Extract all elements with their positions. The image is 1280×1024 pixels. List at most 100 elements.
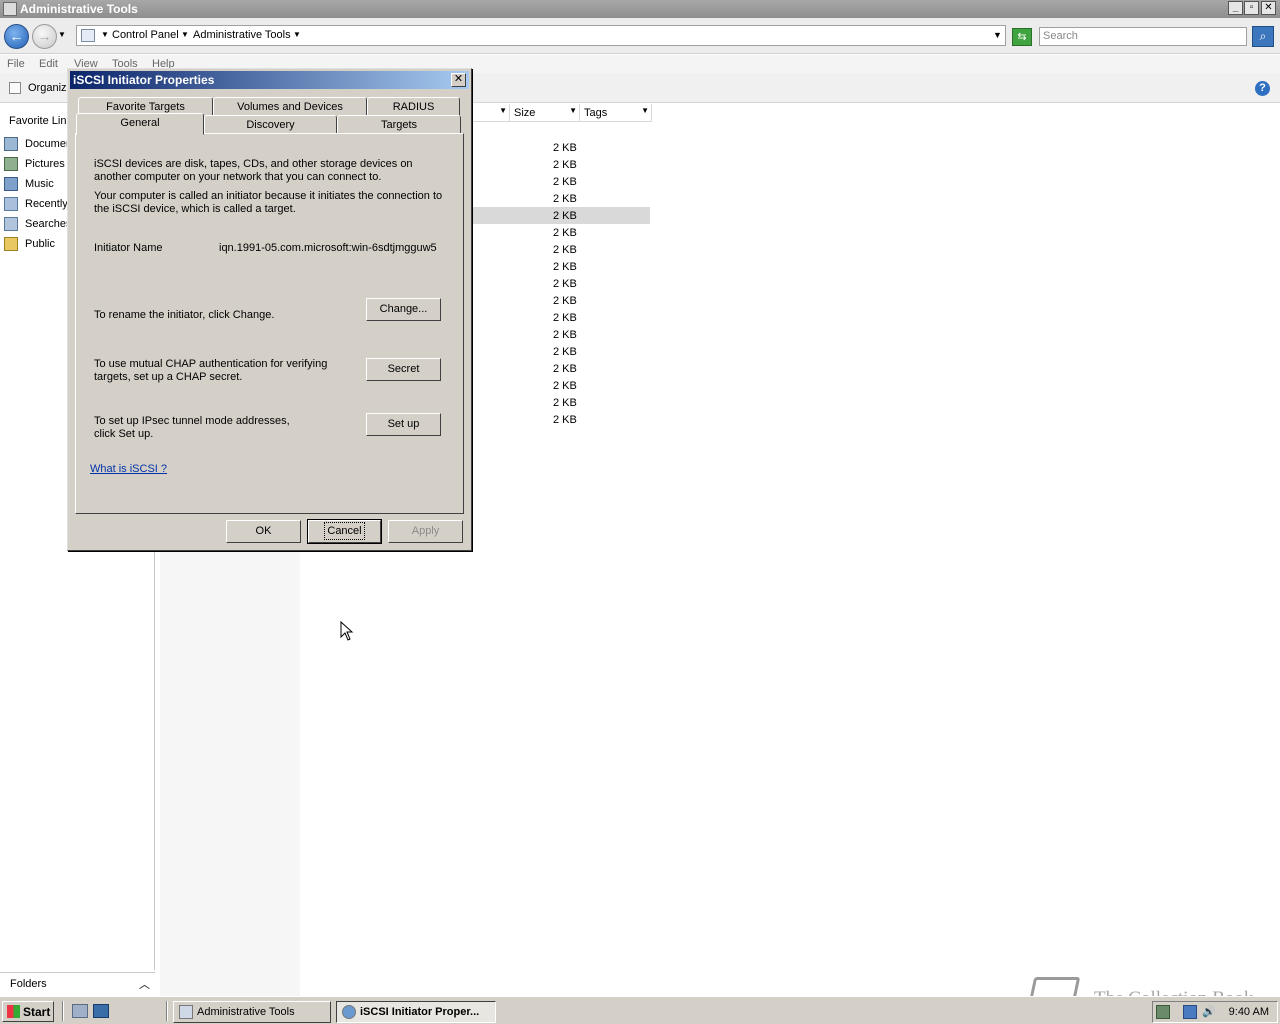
folders-toggle[interactable]: Folders ︿ [0,972,155,995]
setup-button-label: Set up [387,418,420,430]
tab-volumes-and-devices[interactable]: Volumes and Devices [213,97,367,116]
tab-general[interactable]: General [76,113,204,135]
file-size: 2 KB [553,346,577,358]
file-size: 2 KB [553,244,577,256]
tab-label: Volumes and Devices [237,101,343,113]
chevron-down-icon[interactable]: ▼ [569,106,577,115]
chevron-down-icon[interactable]: ▼ [641,106,649,115]
nav-item-label: Searches [25,218,72,230]
file-size: 2 KB [553,397,577,409]
file-size: 2 KB [553,295,577,307]
file-size: 2 KB [553,329,577,341]
tab-targets[interactable]: Targets [337,115,461,134]
setup-button[interactable]: Set up [366,413,441,436]
network-icon[interactable] [1183,1005,1197,1019]
cancel-button[interactable]: Cancel [307,519,382,544]
chevron-down-icon[interactable]: ▼ [293,30,301,39]
tab-label: General [120,117,160,129]
dialog-titlebar: iSCSI Initiator Properties ✕ [70,71,469,89]
menu-file[interactable]: File [7,58,25,70]
file-size: 2 KB [553,176,577,188]
pictures-icon [4,157,18,171]
taskbar-item-iscsi-initiator[interactable]: iSCSI Initiator Proper... [336,1001,496,1023]
minimize-button[interactable]: _ [1228,1,1243,15]
column-header-tags[interactable]: Tags ▼ [580,104,652,122]
task-label: iSCSI Initiator Proper... [360,1006,480,1018]
change-button[interactable]: Change... [366,298,441,321]
file-size: 2 KB [553,312,577,324]
refresh-button[interactable]: ⇆ [1012,28,1032,46]
music-icon [4,177,18,191]
file-size: 2 KB [553,227,577,239]
file-size: 2 KB [553,414,577,426]
file-size: 2 KB [553,363,577,375]
close-button[interactable]: ✕ [1261,1,1276,15]
iscsi-initiator-dialog: iSCSI Initiator Properties ✕ Favorite Ta… [67,68,472,551]
apply-button[interactable]: Apply [388,520,463,543]
file-size: 2 KB [553,210,577,222]
cancel-button-label: Cancel [324,522,365,540]
clock[interactable]: 9:40 AM [1229,1006,1269,1018]
security-icon[interactable] [1156,1005,1170,1019]
back-button[interactable]: ← [4,24,29,49]
chevron-down-icon[interactable]: ▼ [499,106,507,115]
tab-discovery[interactable]: Discovery [204,115,337,134]
taskbar-separator [62,1001,64,1021]
tab-label: Discovery [246,119,295,131]
tab-label: Favorite Targets [106,101,185,113]
tab-label: RADIUS [392,101,435,113]
forward-arrow-icon: → [37,28,52,44]
help-icon[interactable]: ? [1255,81,1270,96]
server-manager-icon[interactable] [72,1004,88,1018]
secret-button[interactable]: Secret [366,358,441,381]
column-header-size[interactable]: Size ▼ [510,104,580,122]
nav-item-label: Recently [25,198,68,210]
control-panel-icon [3,2,17,16]
start-label: Start [23,1005,51,1019]
search-icon[interactable]: ⌕ [1252,26,1274,47]
recent-pages-chevron-icon[interactable]: ▼ [58,30,66,39]
file-size: 2 KB [553,159,577,171]
file-size: 2 KB [553,380,577,392]
organize-button[interactable]: Organiz [28,82,67,94]
control-panel-icon [81,29,95,42]
window-title: Administrative Tools [20,2,138,16]
start-button[interactable]: Start [2,1001,54,1022]
ipsec-instruction: To set up IPsec tunnel mode addresses, c… [94,415,290,440]
column-header-type[interactable]: ▼ [472,104,510,122]
documents-icon [4,137,18,151]
address-dropdown-icon[interactable]: ▼ [993,30,1002,40]
organize-icon [9,82,21,94]
chevron-down-icon[interactable]: ▼ [101,30,109,39]
breadcrumb[interactable]: ▼ Control Panel ▼ Administrative Tools ▼… [76,25,1006,46]
intro-text-1: iSCSI devices are disk, tapes, CDs, and … [94,158,413,183]
dialog-title: iSCSI Initiator Properties [73,73,215,87]
explorer-titlebar: Administrative Tools _ ▫ ✕ [0,0,1280,18]
menu-edit[interactable]: Edit [39,58,58,70]
dialog-close-button[interactable]: ✕ [451,73,466,87]
search-input[interactable]: Search [1039,27,1247,46]
volume-icon[interactable]: 🔊 [1202,1005,1216,1019]
initiator-name-value: iqn.1991-05.com.microsoft:win-6sdtjmgguw… [219,242,437,254]
tab-radius[interactable]: RADIUS [367,97,460,116]
column-label: Tags [584,107,608,119]
chevron-down-icon[interactable]: ▼ [181,30,189,39]
crumb-control-panel[interactable]: Control Panel [112,29,179,41]
show-desktop-icon[interactable] [93,1004,109,1018]
taskbar-item-administrative-tools[interactable]: Administrative Tools [173,1001,331,1023]
general-tab-panel: iSCSI devices are disk, tapes, CDs, and … [75,133,464,514]
forward-button[interactable]: → [32,24,57,49]
nav-item-label: Music [25,178,54,190]
windows-logo-icon [7,1005,20,1018]
tab-label: Targets [380,119,418,131]
apply-button-label: Apply [411,525,440,537]
column-label: Size [514,107,536,119]
rename-instruction: To rename the initiator, click Change. [94,309,275,321]
restore-button[interactable]: ▫ [1244,1,1259,15]
ok-button[interactable]: OK [226,520,301,543]
favorite-links-header: Favorite Lin [9,115,67,127]
crumb-administrative-tools[interactable]: Administrative Tools [193,29,291,41]
what-is-iscsi-link[interactable]: What is iSCSI ? [90,463,167,475]
address-bar: ← → ▼ ▼ Control Panel ▼ Administrative T… [0,18,1280,54]
chevron-up-icon: ︿ [139,979,150,991]
